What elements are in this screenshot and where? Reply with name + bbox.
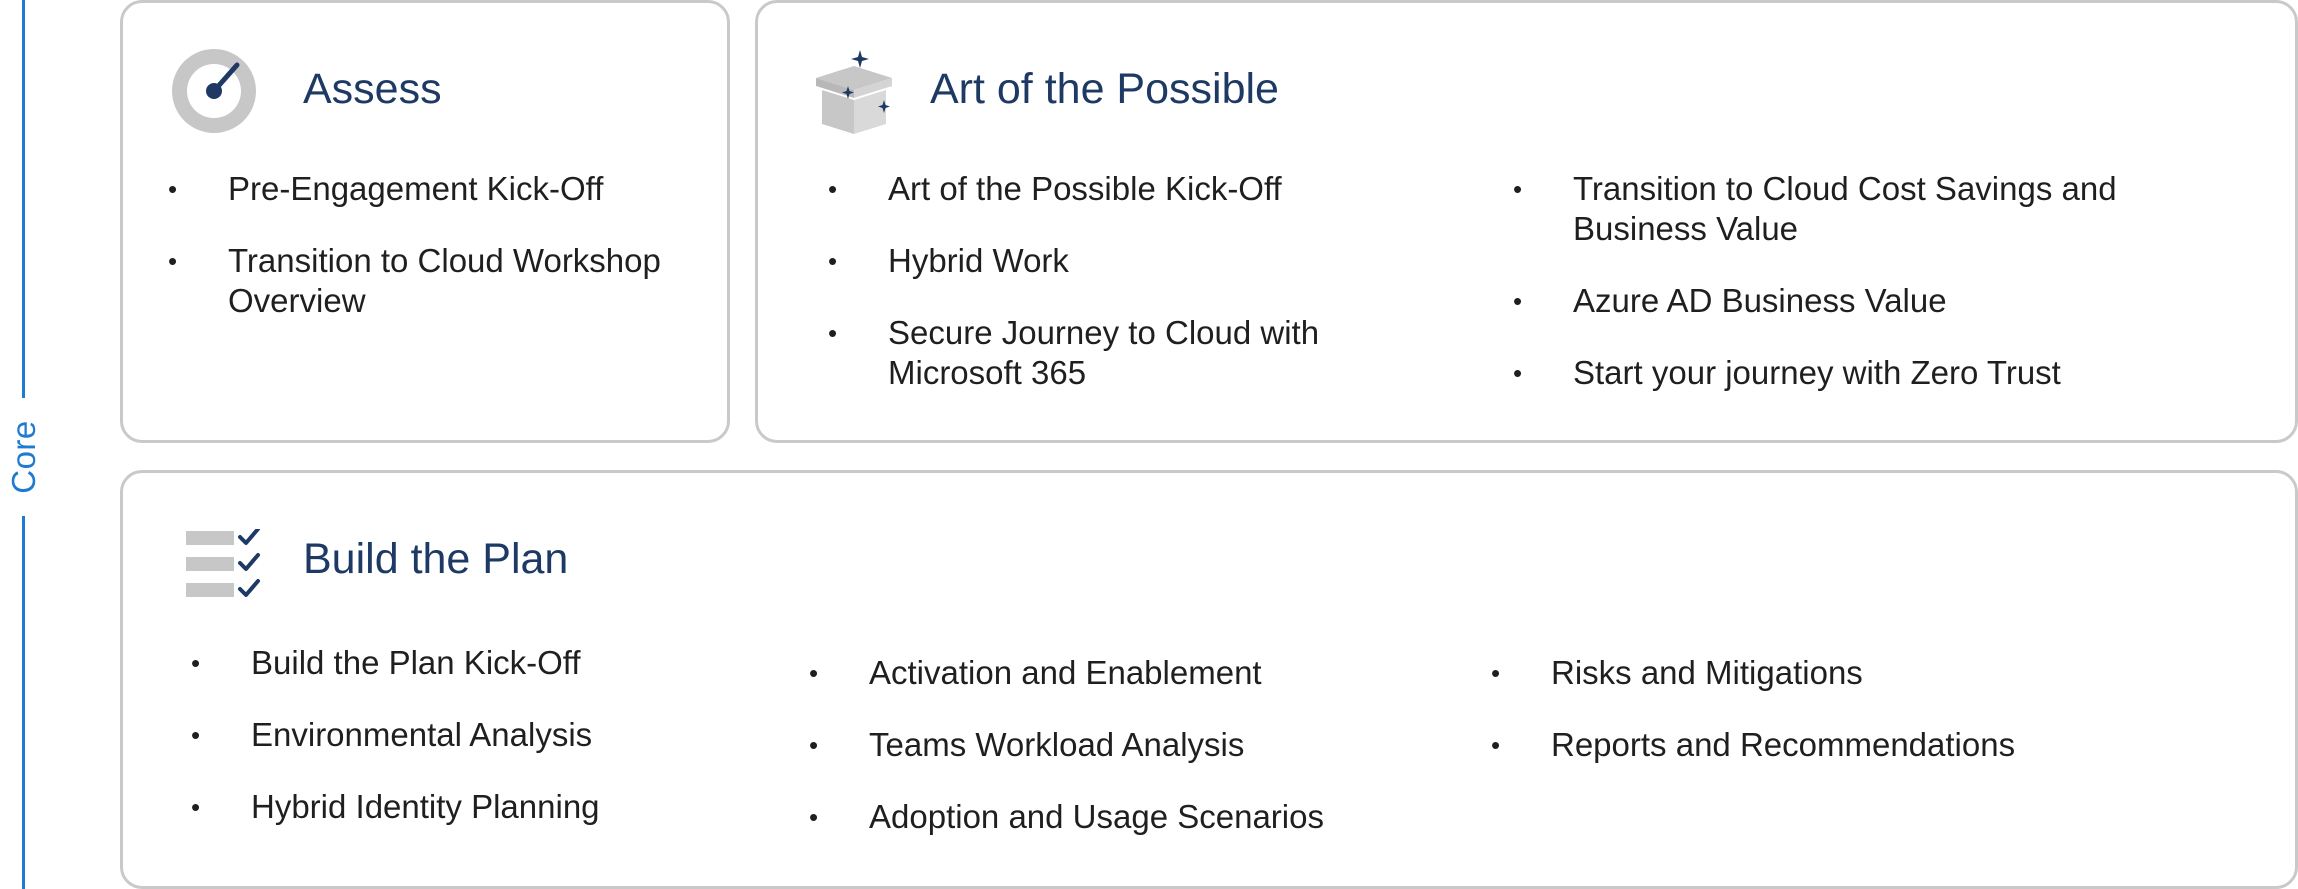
gauge-icon: [172, 49, 256, 133]
list-item: Build the Plan Kick-Off: [191, 643, 731, 683]
list-item: Start your journey with Zero Trust: [1513, 353, 2153, 393]
list-item: Transition to Cloud Workshop Overview: [168, 241, 688, 321]
list-item: Pre-Engagement Kick-Off: [168, 169, 688, 209]
workshop-core-diagram: Core Assess Pre-Engagement Kick-Off Tran…: [0, 0, 2298, 889]
build-plan-list-col2: Activation and Enablement Teams Workload…: [809, 653, 1429, 869]
build-plan-title: Build the Plan: [303, 535, 569, 583]
list-item: Reports and Recommendations: [1491, 725, 2111, 765]
gift-box-sparkle-icon: [816, 50, 892, 134]
art-of-possible-title: Art of the Possible: [930, 65, 1279, 113]
checklist-icon: [186, 529, 260, 597]
list-item: Adoption and Usage Scenarios: [809, 797, 1429, 837]
list-item: Azure AD Business Value: [1513, 281, 2153, 321]
build-plan-list-col1: Build the Plan Kick-Off Environmental An…: [191, 643, 731, 859]
list-item: Risks and Mitigations: [1491, 653, 2111, 693]
art-of-possible-list-col1: Art of the Possible Kick-Off Hybrid Work…: [828, 169, 1458, 425]
assess-title: Assess: [303, 65, 442, 113]
list-item: Hybrid Identity Planning: [191, 787, 731, 827]
list-item: Teams Workload Analysis: [809, 725, 1429, 765]
build-plan-list-col3: Risks and Mitigations Reports and Recomm…: [1491, 653, 2111, 797]
list-item: Environmental Analysis: [191, 715, 731, 755]
assess-card: Assess Pre-Engagement Kick-Off Transitio…: [120, 0, 730, 443]
list-item: Art of the Possible Kick-Off: [828, 169, 1458, 209]
list-item: Secure Journey to Cloud with Microsoft 3…: [828, 313, 1458, 393]
build-plan-card: Build the Plan Build the Plan Kick-Off E…: [120, 470, 2298, 889]
core-rail-line-top: [22, 0, 25, 398]
core-rail-line-bottom: [22, 516, 25, 889]
list-item: Transition to Cloud Cost Savings and Bus…: [1513, 169, 2153, 249]
art-of-possible-card: Art of the Possible Art of the Possible …: [755, 0, 2298, 443]
assess-list: Pre-Engagement Kick-Off Transition to Cl…: [168, 169, 688, 353]
core-rail-label: Core: [5, 420, 42, 494]
list-item: Hybrid Work: [828, 241, 1458, 281]
art-of-possible-list-col2: Transition to Cloud Cost Savings and Bus…: [1513, 169, 2153, 425]
list-item: Activation and Enablement: [809, 653, 1429, 693]
